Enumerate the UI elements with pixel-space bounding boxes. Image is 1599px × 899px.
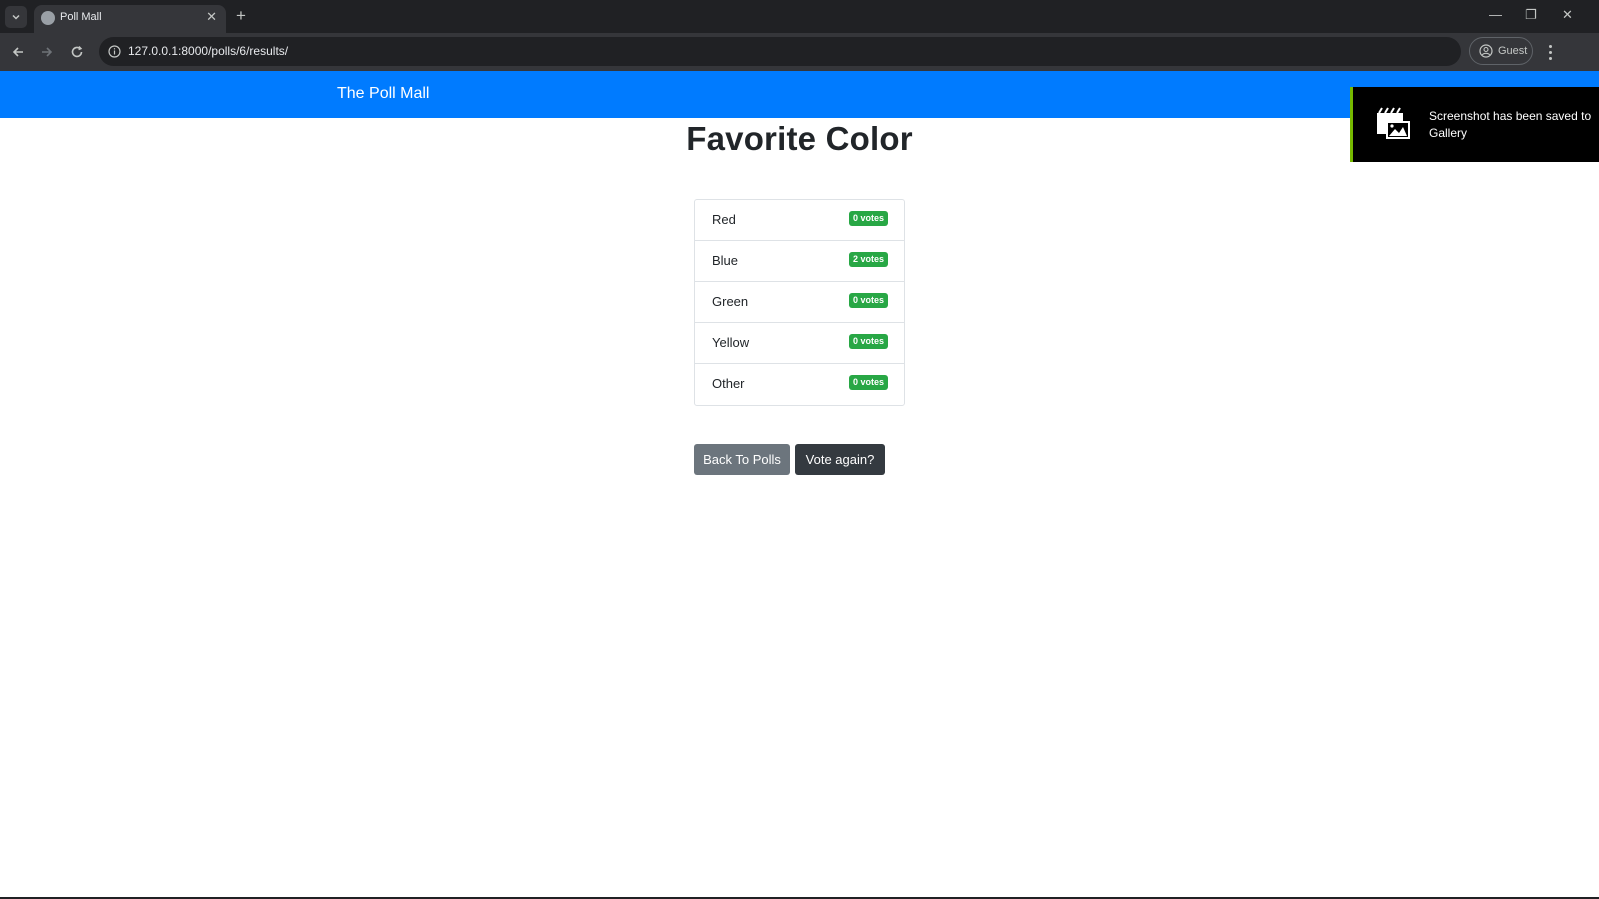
results-list: Red 0 votes Blue 2 votes Green 0 votes Y…	[694, 199, 905, 406]
result-row: Red 0 votes	[695, 200, 904, 241]
choice-label: Blue	[712, 253, 739, 268]
vote-again-button[interactable]: Vote again?	[795, 444, 885, 475]
profile-label: Guest	[1498, 45, 1528, 57]
reload-icon[interactable]	[68, 43, 86, 61]
site-info-icon[interactable]	[107, 44, 121, 58]
choice-label: Other	[712, 376, 745, 391]
tab-close-icon[interactable]: ✕	[206, 10, 217, 24]
new-tab-button[interactable]: +	[236, 7, 246, 24]
browser-tab[interactable]: Poll Mall ✕	[34, 5, 226, 33]
navbar-brand[interactable]: The Poll Mall	[337, 85, 429, 103]
chevron-down-icon	[12, 14, 20, 20]
tab-list-button[interactable]	[5, 6, 27, 28]
toast-message: Screenshot has been saved to Gallery	[1429, 109, 1592, 140]
vote-count-badge: 2 votes	[848, 252, 888, 267]
profile-icon	[1479, 44, 1493, 58]
result-row: Green 0 votes	[695, 282, 904, 323]
globe-icon	[41, 11, 55, 25]
result-row: Blue 2 votes	[695, 241, 904, 282]
choice-label: Red	[712, 212, 736, 227]
browser-tab-bar: Poll Mall ✕ + — ❐ ✕	[0, 0, 1599, 33]
kebab-menu-icon[interactable]	[1545, 43, 1555, 61]
clapperboard-gallery-icon	[1377, 107, 1410, 139]
choice-label: Green	[712, 294, 749, 309]
choice-label: Yellow	[712, 335, 750, 350]
vote-count-badge: 0 votes	[848, 293, 888, 308]
minimize-icon[interactable]: —	[1489, 8, 1502, 22]
back-arrow-icon[interactable]	[9, 43, 27, 61]
restore-icon[interactable]: ❐	[1525, 8, 1537, 22]
browser-toolbar: 127.0.0.1:8000/polls/6/results/ Guest	[0, 33, 1599, 71]
vote-count-badge: 0 votes	[848, 211, 888, 226]
result-row: Yellow 0 votes	[695, 323, 904, 364]
address-bar[interactable]: 127.0.0.1:8000/polls/6/results/	[99, 37, 1461, 66]
profile-button[interactable]: Guest	[1469, 37, 1533, 65]
forward-arrow-icon[interactable]	[38, 43, 56, 61]
vote-count-badge: 0 votes	[848, 375, 888, 390]
screenshot-toast[interactable]: Screenshot has been saved to Gallery	[1350, 87, 1599, 162]
close-icon[interactable]: ✕	[1562, 8, 1573, 22]
back-to-polls-button[interactable]: Back To Polls	[694, 444, 790, 475]
url-text: 127.0.0.1:8000/polls/6/results/	[128, 44, 289, 58]
vote-count-badge: 0 votes	[848, 334, 888, 349]
result-row: Other 0 votes	[695, 364, 904, 405]
tab-title: Poll Mall	[60, 11, 102, 23]
